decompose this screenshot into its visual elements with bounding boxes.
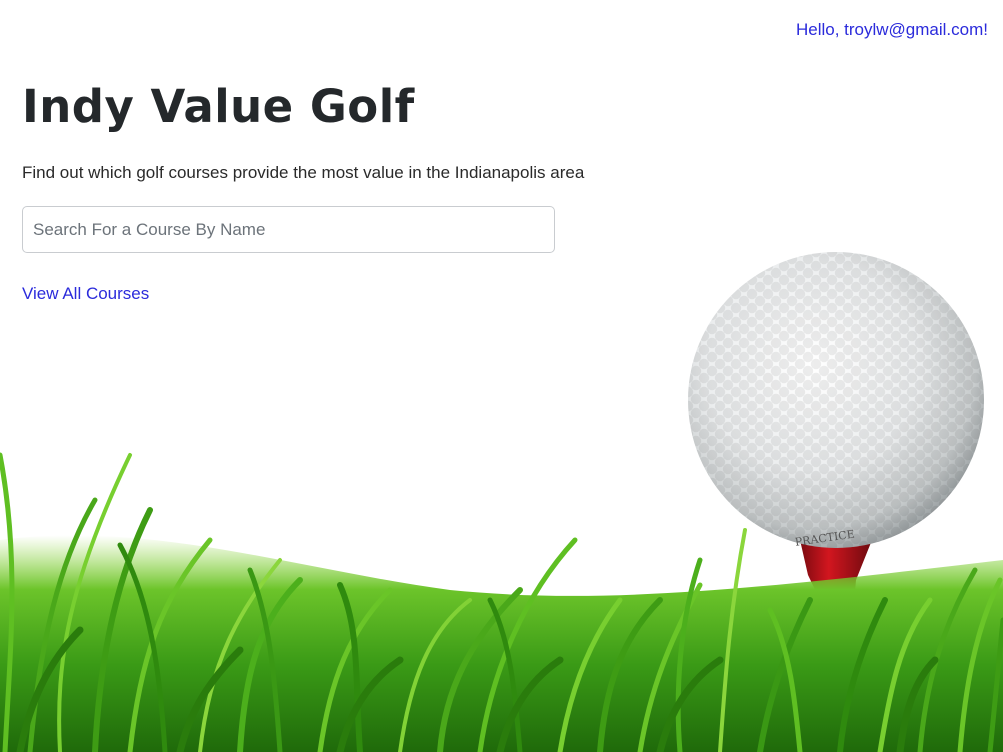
- page: PRACTICE Hello, troylw@gmail.com! Indy V…: [0, 0, 1003, 752]
- course-search-input[interactable]: [22, 206, 555, 253]
- page-title: Indy Value Golf: [22, 80, 415, 133]
- svg-text:PRACTICE: PRACTICE: [794, 528, 855, 549]
- page-subtitle: Find out which golf courses provide the …: [22, 163, 585, 182]
- view-all-courses-link[interactable]: View All Courses: [22, 284, 149, 304]
- user-greeting-link[interactable]: Hello, troylw@gmail.com!: [796, 20, 988, 40]
